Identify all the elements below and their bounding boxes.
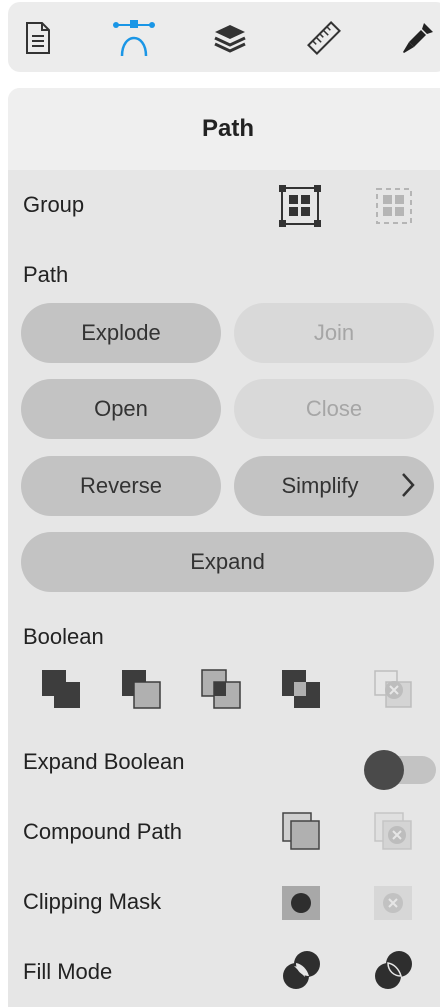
fill-mode-label: Fill Mode <box>23 959 113 984</box>
bezier-path-icon <box>113 20 155 57</box>
boolean-divide-button[interactable] <box>370 666 416 712</box>
union-icon <box>42 670 80 708</box>
expand-boolean-label: Expand Boolean <box>23 749 185 774</box>
top-toolbar <box>8 2 440 72</box>
boolean-union-button[interactable] <box>38 666 84 712</box>
ungroup-button[interactable] <box>372 184 416 228</box>
make-clipping-mask-button[interactable] <box>278 880 324 926</box>
style-tab[interactable] <box>394 14 440 62</box>
group-button[interactable] <box>278 184 322 228</box>
join-button[interactable]: Join <box>234 303 434 363</box>
path-panel: Path Group Path Explode Join Open Close … <box>8 88 440 1007</box>
open-button[interactable]: Open <box>21 379 221 439</box>
layers-icon <box>214 25 246 53</box>
compound-path-label: Compound Path <box>23 819 182 844</box>
chevron-right-icon <box>402 473 415 497</box>
boolean-exclude-button[interactable] <box>278 666 324 712</box>
make-compound-path-button[interactable] <box>278 808 324 854</box>
close-button[interactable]: Close <box>234 379 434 439</box>
release-compound-path-button[interactable] <box>370 808 416 854</box>
clipping-mask-icon <box>282 886 320 920</box>
document-icon <box>26 22 50 54</box>
expand-button[interactable]: Expand <box>21 532 434 592</box>
boolean-intersect-button[interactable] <box>198 666 244 712</box>
reverse-button[interactable]: Reverse <box>21 456 221 516</box>
layers-tab[interactable] <box>206 14 254 62</box>
boolean-label: Boolean <box>23 624 104 649</box>
compound-path-icon <box>282 812 320 850</box>
fill-nonzero-icon <box>283 951 320 989</box>
group-label: Group <box>23 192 85 217</box>
simplify-button[interactable]: Simplify <box>234 456 434 516</box>
explode-button[interactable]: Explode <box>21 303 221 363</box>
brush-icon <box>403 23 433 53</box>
toggle-knob <box>364 750 404 790</box>
subtract-icon <box>122 670 161 709</box>
divide-icon <box>374 670 412 708</box>
group-icon <box>279 185 321 227</box>
fill-mode-evenodd-button[interactable] <box>370 946 418 994</box>
clipping-mask-label: Clipping Mask <box>23 889 162 914</box>
simplify-label: Simplify <box>281 473 359 498</box>
path-tab[interactable] <box>110 14 158 62</box>
fill-mode-nonzero-button[interactable] <box>278 946 326 994</box>
panel-title: Path <box>8 88 440 170</box>
release-clipping-mask-icon <box>374 886 412 920</box>
boolean-subtract-button[interactable] <box>118 666 164 712</box>
ruler-icon <box>307 21 341 55</box>
exclude-icon <box>282 670 320 708</box>
intersect-icon <box>201 669 241 709</box>
ungroup-icon <box>376 188 412 224</box>
path-section-label: Path <box>23 262 69 287</box>
fill-evenodd-icon <box>375 951 412 989</box>
release-compound-path-icon <box>374 812 412 850</box>
document-tab[interactable] <box>14 14 62 62</box>
release-clipping-mask-button[interactable] <box>370 880 416 926</box>
ruler-tab[interactable] <box>300 14 348 62</box>
